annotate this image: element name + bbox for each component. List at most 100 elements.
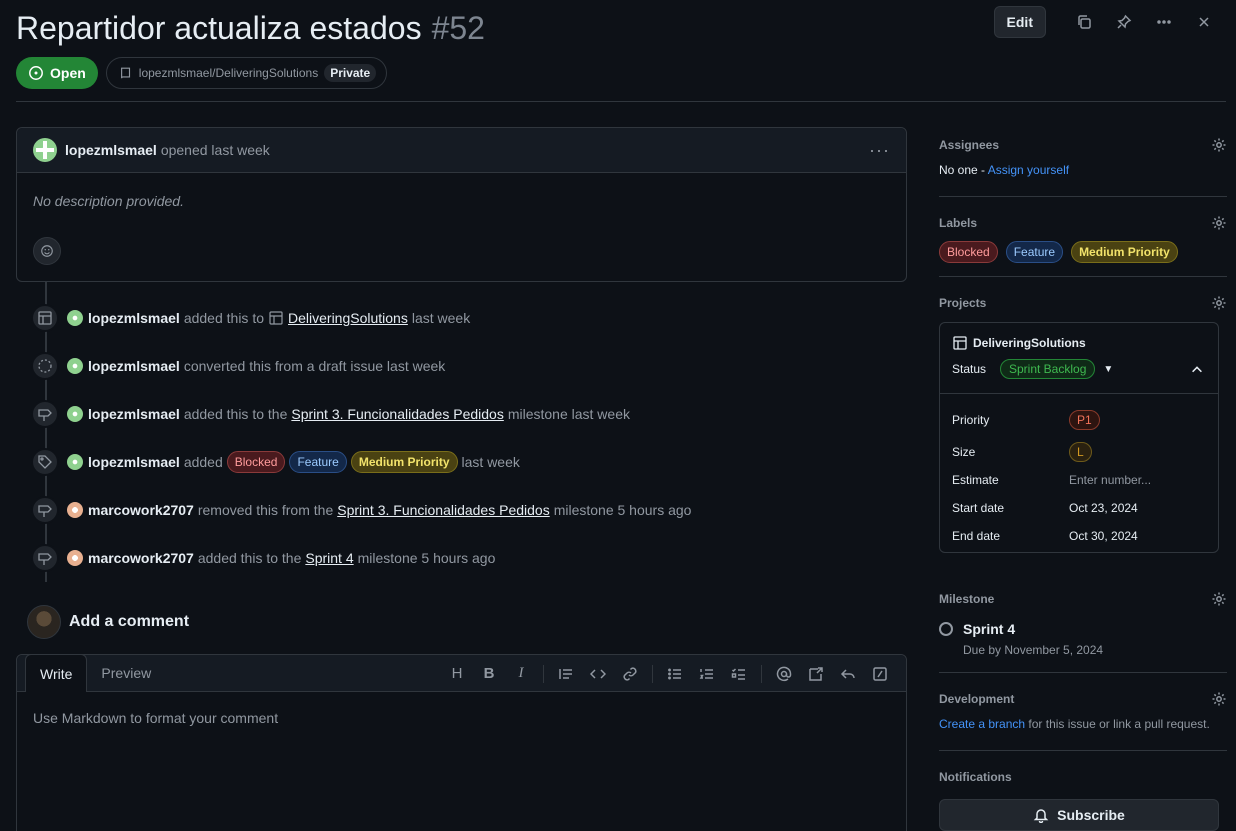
milestone-name[interactable]: Sprint 4 [963,621,1015,637]
toolbar-divider [652,664,653,683]
avatar[interactable] [67,454,83,470]
tab-preview[interactable]: Preview [87,654,165,691]
ordered-list-icon[interactable] [691,658,723,690]
field-end-date[interactable]: End date Oct 30, 2024 [952,522,1206,550]
assignees-title: Assignees [939,138,1000,152]
event-time: last week [411,310,471,326]
edit-button[interactable]: Edit [993,6,1046,38]
italic-icon[interactable]: I [505,658,537,690]
label-medium-priority[interactable]: Medium Priority [1071,241,1178,263]
label-blocked[interactable]: Blocked [226,451,286,473]
event-author[interactable]: lopezmlsmael [88,358,180,374]
copy-icon[interactable] [1068,6,1100,38]
reply-icon[interactable] [832,658,864,690]
field-priority[interactable]: Priority P1 [952,406,1206,434]
label-blocked[interactable]: Blocked [939,241,998,263]
event-author[interactable]: lopezmlsmael [88,310,180,326]
pin-icon[interactable] [1108,6,1140,38]
subscribe-button[interactable]: Subscribe [939,799,1219,831]
state-label: Open [50,65,86,81]
repo-pill[interactable]: lopezmlsmael/DeliveringSolutions Private [105,57,388,89]
quote-icon[interactable] [550,658,582,690]
start-date-value[interactable]: Oct 23, 2024 [1069,501,1138,515]
avatar[interactable] [67,550,83,566]
comment-menu-icon[interactable]: ··· [869,140,890,161]
notifications-title: Notifications [939,770,1012,784]
label-feature[interactable]: Feature [289,451,347,473]
milestone-due: Due by November 5, 2024 [963,643,1104,657]
avatar[interactable] [67,310,83,326]
comment-input[interactable]: Use Markdown to format your comment [17,692,906,744]
avatar[interactable] [67,406,83,422]
size-chip: L [1069,442,1092,462]
link-icon[interactable] [614,658,646,690]
event-author[interactable]: lopezmlsmael [88,406,180,422]
end-date-value[interactable]: Oct 30, 2024 [1069,529,1138,543]
issue-meta: Open lopezmlsmael/DeliveringSolutions Pr… [16,57,388,89]
chevron-up-icon[interactable] [1190,363,1204,380]
avatar[interactable] [67,358,83,374]
timeline-event: lopezmlsmael converted this from a draft… [31,350,449,382]
development-title: Development [939,692,1015,706]
milestone-link[interactable]: Sprint 4 [305,550,353,566]
comment-header: lopezmlsmael opened last week ··· [17,128,906,173]
tab-write[interactable]: Write [25,654,88,692]
milestone-link[interactable]: Sprint 3. Funcionalidades Pedidos [337,502,549,518]
close-icon[interactable] [1188,6,1220,38]
event-author[interactable]: marcowork2707 [88,550,194,566]
slash-command-icon[interactable] [864,658,896,690]
assign-yourself-link[interactable]: Assign yourself [988,163,1069,177]
estimate-input[interactable]: Enter number... [1069,473,1151,487]
status-value[interactable]: Sprint Backlog [1000,359,1096,379]
event-text: added this to the [197,550,302,566]
development-text: for this issue or link a pull request. [1025,717,1210,731]
task-list-icon[interactable] [723,658,755,690]
field-start-date[interactable]: Start date Oct 23, 2024 [952,494,1206,522]
divider [939,672,1227,673]
event-time: milestone last week [507,406,630,422]
project-link[interactable]: DeliveringSolutions [288,310,408,326]
assignees-none: No one - [939,163,988,177]
event-author[interactable]: marcowork2707 [88,502,194,518]
heading-icon[interactable]: H [441,658,473,690]
avatar[interactable] [33,138,57,162]
project-name[interactable]: DeliveringSolutions [973,336,1086,350]
unordered-list-icon[interactable] [659,658,691,690]
avatar[interactable] [27,605,61,639]
gear-icon[interactable] [1211,591,1227,607]
repo-icon [120,67,130,79]
event-time: milestone 5 hours ago [357,550,496,566]
field-label: Size [952,445,976,459]
labels-title: Labels [939,216,978,230]
reference-icon[interactable] [800,658,832,690]
projects-title: Projects [939,296,987,310]
caret-down-icon[interactable]: ▼ [1103,364,1113,375]
milestone-link[interactable]: Sprint 3. Funcionalidades Pedidos [291,406,503,422]
field-label: Estimate [952,473,999,487]
header-divider [16,101,1226,102]
comment-author[interactable]: lopezmlsmael [65,142,157,158]
label-feature[interactable]: Feature [1005,241,1064,263]
gear-icon[interactable] [1211,691,1227,707]
field-estimate[interactable]: Estimate Enter number... [952,466,1206,494]
label-medium-priority[interactable]: Medium Priority [350,451,458,473]
timeline-event: lopezmlsmael added this to the Sprint 3.… [31,398,634,430]
gear-icon[interactable] [1211,215,1227,231]
gear-icon[interactable] [1211,137,1227,153]
bold-icon[interactable]: B [473,658,505,690]
event-text: added this to [183,310,264,326]
milestone-title: Milestone [939,592,995,606]
avatar[interactable] [67,502,83,518]
labels-section: Labels Blocked Feature Medium Priority [939,213,1227,263]
toolbar-divider [761,664,762,683]
event-author[interactable]: lopezmlsmael [88,454,180,470]
add-reaction-icon[interactable] [33,237,61,265]
event-text: added this to the [183,406,288,422]
create-branch-link[interactable]: Create a branch [939,717,1025,731]
mention-icon[interactable] [768,658,800,690]
timeline-event: lopezmlsmael added Blocked Feature Mediu… [31,446,524,478]
code-icon[interactable] [582,658,614,690]
more-options-icon[interactable] [1148,6,1180,38]
gear-icon[interactable] [1211,295,1227,311]
field-size[interactable]: Size L [952,438,1206,466]
